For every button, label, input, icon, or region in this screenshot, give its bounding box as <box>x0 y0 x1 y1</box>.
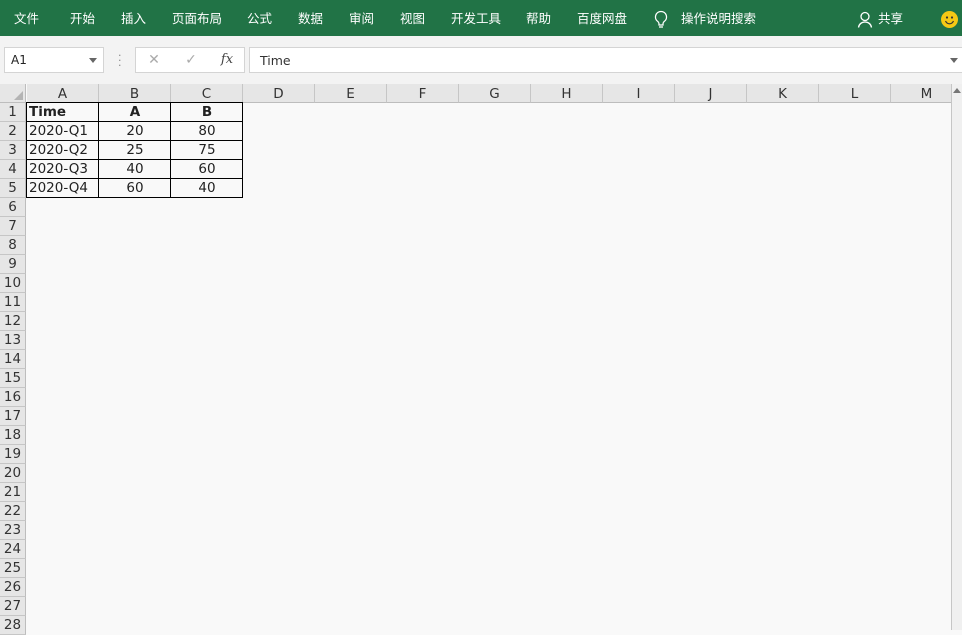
share-button[interactable]: 共享 <box>878 0 903 36</box>
column-header-D[interactable]: D <box>243 84 315 103</box>
column-header-C[interactable]: C <box>171 84 243 103</box>
row-header-2[interactable]: 2 <box>0 122 26 141</box>
row-header-27[interactable]: 27 <box>0 597 26 616</box>
ribbon-bar: 文件 开始 插入 页面布局 公式 数据 审阅 视图 开发工具 帮助 百度网盘 操… <box>0 0 962 36</box>
expand-formula-icon[interactable] <box>950 58 958 63</box>
row-header-12[interactable]: 12 <box>0 312 26 331</box>
tell-me-search[interactable]: 操作说明搜索 <box>681 0 756 36</box>
formula-input[interactable]: Time <box>249 47 962 73</box>
table-cell[interactable]: 80 <box>171 122 243 141</box>
tab-insert[interactable]: 插入 <box>121 0 146 36</box>
enter-icon[interactable]: ✓ <box>180 48 202 72</box>
scroll-up-icon[interactable] <box>953 88 961 93</box>
name-box[interactable]: A1 <box>4 47 104 73</box>
insert-function-icon[interactable]: fx <box>216 48 238 72</box>
row-header-1[interactable]: 1 <box>0 103 26 122</box>
tab-home[interactable]: 开始 <box>70 0 95 36</box>
cancel-icon[interactable]: ✕ <box>143 48 165 72</box>
chevron-down-icon[interactable] <box>89 58 97 63</box>
tab-review[interactable]: 审阅 <box>349 0 374 36</box>
column-header-L[interactable]: L <box>819 84 891 103</box>
table-border-h <box>26 140 243 141</box>
table-cell[interactable]: 60 <box>99 179 171 198</box>
table-cell[interactable]: 20 <box>99 122 171 141</box>
column-header-G[interactable]: G <box>459 84 531 103</box>
row-header-3[interactable]: 3 <box>0 141 26 160</box>
row-header-18[interactable]: 18 <box>0 426 26 445</box>
table-cell[interactable]: 2020-Q1 <box>27 122 99 141</box>
table-header-cell[interactable]: B <box>171 103 243 122</box>
user-icon <box>857 11 873 28</box>
formula-bar-area: A1 · · · ✕ ✓ fx Time <box>0 36 962 84</box>
table-border-h <box>26 121 243 122</box>
row-header-10[interactable]: 10 <box>0 274 26 293</box>
lightbulb-icon <box>653 10 669 30</box>
row-header-9[interactable]: 9 <box>0 255 26 274</box>
tab-help[interactable]: 帮助 <box>526 0 551 36</box>
tab-data[interactable]: 数据 <box>298 0 323 36</box>
column-header-J[interactable]: J <box>675 84 747 103</box>
column-header-B[interactable]: B <box>99 84 171 103</box>
tab-formulas[interactable]: 公式 <box>247 0 272 36</box>
formula-buttons: ✕ ✓ fx <box>135 47 245 73</box>
row-header-6[interactable]: 6 <box>0 198 26 217</box>
row-header-20[interactable]: 20 <box>0 464 26 483</box>
table-border-h <box>26 178 243 179</box>
row-header-7[interactable]: 7 <box>0 217 26 236</box>
vertical-scrollbar[interactable] <box>951 84 962 630</box>
tab-developer[interactable]: 开发工具 <box>451 0 501 36</box>
row-header-28[interactable]: 28 <box>0 616 26 635</box>
smiley-feedback-icon[interactable] <box>941 11 958 28</box>
row-header-13[interactable]: 13 <box>0 331 26 350</box>
table-border-v <box>242 102 243 198</box>
table-cell[interactable]: 40 <box>171 179 243 198</box>
column-header-H[interactable]: H <box>531 84 603 103</box>
table-border-v <box>98 102 99 198</box>
table-cell[interactable]: 2020-Q4 <box>27 179 99 198</box>
tab-baidu-netdisk[interactable]: 百度网盘 <box>577 0 627 36</box>
row-header-16[interactable]: 16 <box>0 388 26 407</box>
select-all-corner[interactable] <box>0 84 26 103</box>
row-header-23[interactable]: 23 <box>0 521 26 540</box>
table-border-h <box>26 159 243 160</box>
table-cell[interactable]: 2020-Q3 <box>27 160 99 179</box>
row-header-21[interactable]: 21 <box>0 483 26 502</box>
table-header-cell[interactable]: Time <box>27 103 99 122</box>
grip-icon[interactable]: · · · <box>118 50 122 71</box>
row-header-19[interactable]: 19 <box>0 445 26 464</box>
column-header-F[interactable]: F <box>387 84 459 103</box>
table-border-v <box>26 102 27 198</box>
formula-value: Time <box>260 53 291 68</box>
row-header-17[interactable]: 17 <box>0 407 26 426</box>
tab-view[interactable]: 视图 <box>400 0 425 36</box>
row-header-5[interactable]: 5 <box>0 179 26 198</box>
tab-file[interactable]: 文件 <box>14 0 39 36</box>
column-header-E[interactable]: E <box>315 84 387 103</box>
row-header-26[interactable]: 26 <box>0 578 26 597</box>
table-header-cell[interactable]: A <box>99 103 171 122</box>
row-header-8[interactable]: 8 <box>0 236 26 255</box>
row-header-4[interactable]: 4 <box>0 160 26 179</box>
name-box-value: A1 <box>11 53 27 67</box>
table-cell[interactable]: 2020-Q2 <box>27 141 99 160</box>
table-cell[interactable]: 25 <box>99 141 171 160</box>
row-header-24[interactable]: 24 <box>0 540 26 559</box>
table-border-h <box>26 197 243 198</box>
tab-page-layout[interactable]: 页面布局 <box>172 0 222 36</box>
table-border-v <box>170 102 171 198</box>
row-header-25[interactable]: 25 <box>0 559 26 578</box>
table-cell[interactable]: 75 <box>171 141 243 160</box>
row-header-14[interactable]: 14 <box>0 350 26 369</box>
table-cell[interactable]: 40 <box>99 160 171 179</box>
column-header-I[interactable]: I <box>603 84 675 103</box>
column-header-A[interactable]: A <box>27 84 99 103</box>
row-header-22[interactable]: 22 <box>0 502 26 521</box>
row-header-11[interactable]: 11 <box>0 293 26 312</box>
column-header-K[interactable]: K <box>747 84 819 103</box>
row-header-15[interactable]: 15 <box>0 369 26 388</box>
table-border-h <box>26 102 243 103</box>
table-cell[interactable]: 60 <box>171 160 243 179</box>
